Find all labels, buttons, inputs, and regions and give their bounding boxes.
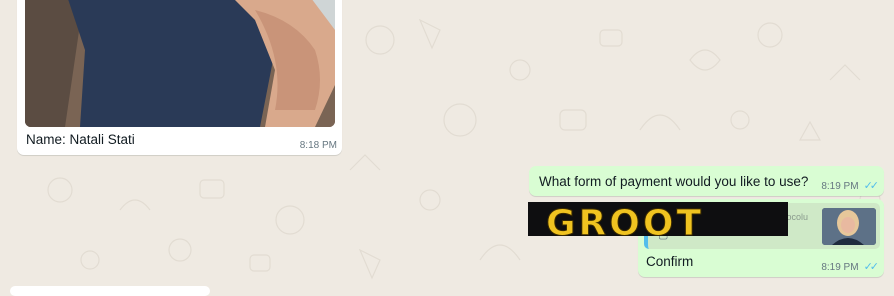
message-meta: 8:19 PM ✓✓ bbox=[821, 179, 880, 192]
banner-title: GROOT bbox=[545, 203, 705, 236]
double-check-icon: ✓✓ bbox=[863, 261, 880, 273]
quoted-thumbnail bbox=[822, 208, 876, 245]
message-timestamp: 8:18 PM bbox=[299, 140, 337, 151]
next-message-edge bbox=[10, 286, 210, 296]
message-timestamp: 8:19 PM bbox=[821, 262, 859, 273]
message-timestamp: 8:19 PM bbox=[821, 181, 859, 192]
outgoing-message[interactable]: What form of payment would you like to u… bbox=[529, 166, 884, 196]
groot-banner-image: GROOT bbox=[528, 202, 788, 236]
message-meta: 8:19 PM ✓✓ bbox=[821, 260, 880, 273]
message-text: What form of payment would you like to u… bbox=[539, 174, 809, 189]
double-check-icon: ✓✓ bbox=[863, 180, 880, 192]
image-caption: Name: Natali Stati bbox=[26, 132, 135, 147]
incoming-image-message[interactable]: Name: Natali Stati 8:18 PM bbox=[17, 0, 342, 155]
message-text: Confirm bbox=[646, 254, 694, 269]
contact-photo[interactable] bbox=[25, 0, 335, 127]
